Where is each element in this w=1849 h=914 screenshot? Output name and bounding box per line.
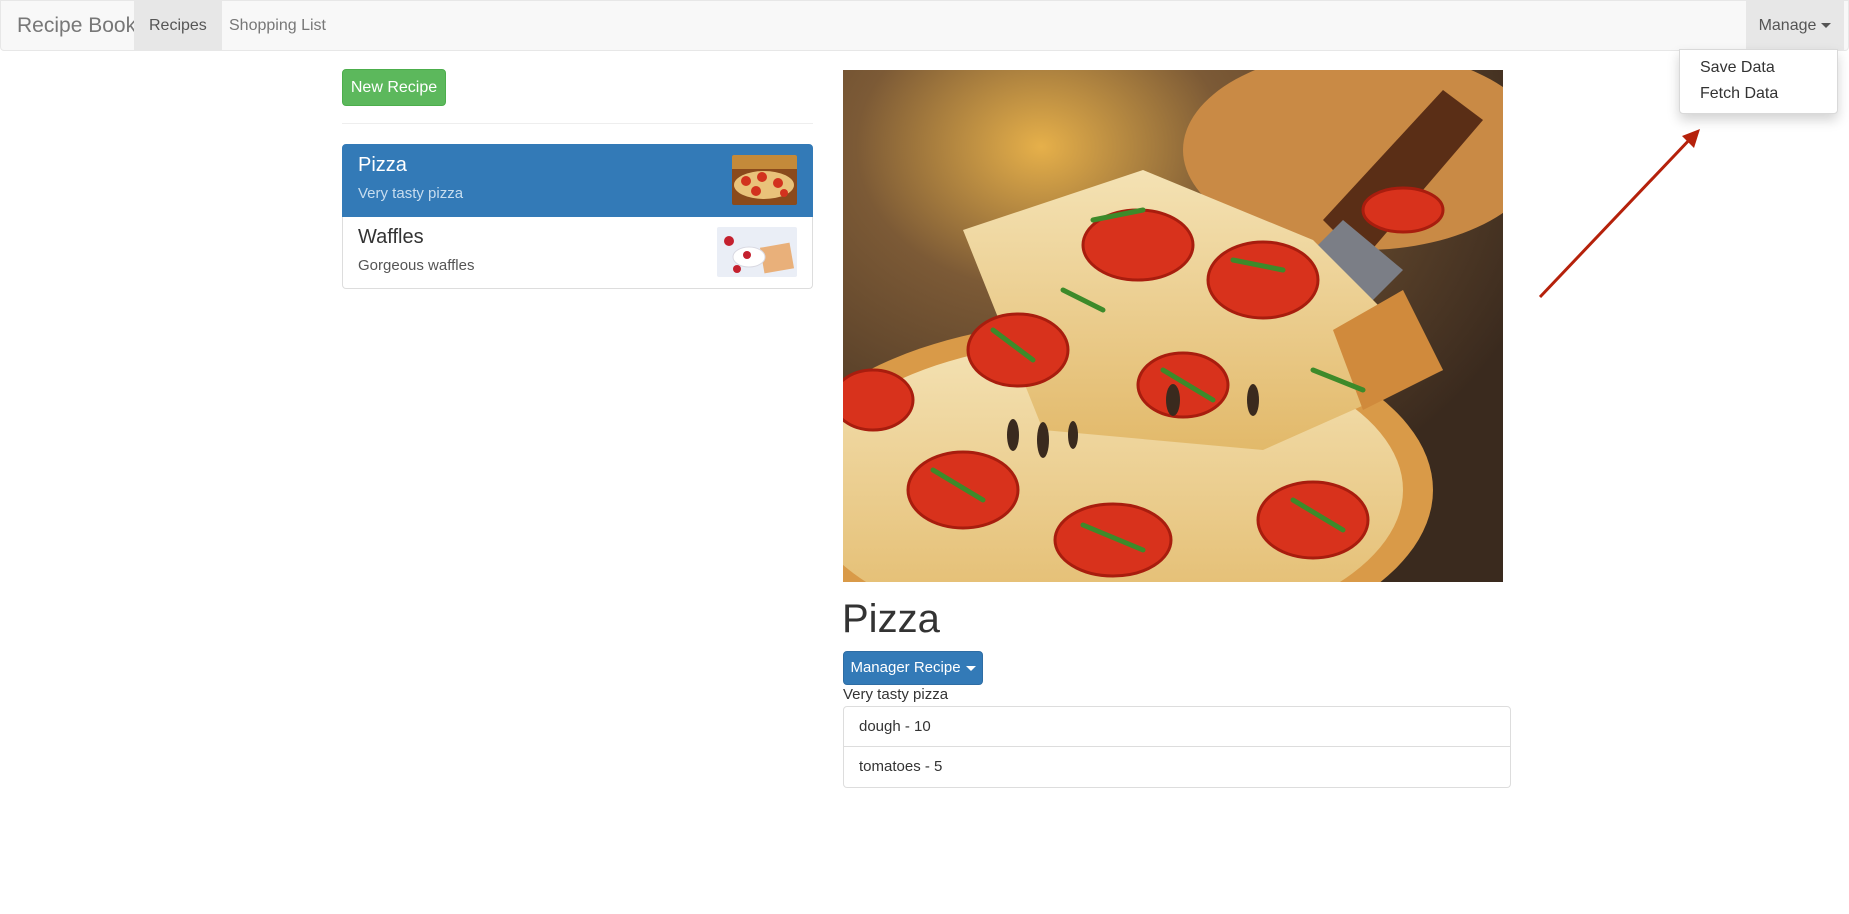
manage-label: Manage bbox=[1758, 17, 1817, 34]
manage-dropdown-toggle[interactable]: Manage bbox=[1746, 1, 1844, 50]
nav-shopping-list[interactable]: Shopping List bbox=[214, 1, 341, 50]
caret-down-icon bbox=[965, 665, 976, 671]
manage-dropdown-menu: Save Data Fetch Data bbox=[1679, 49, 1838, 114]
recipe-name: Pizza bbox=[358, 154, 407, 176]
recipe-description: Very tasty pizza bbox=[843, 686, 949, 703]
recipe-item-waffles[interactable]: Waffles Gorgeous waffles bbox=[342, 217, 813, 289]
recipe-image bbox=[843, 70, 1503, 582]
divider bbox=[342, 123, 813, 124]
pizza-thumbnail-image bbox=[732, 155, 797, 205]
fetch-data-item[interactable]: Fetch Data bbox=[1700, 85, 1778, 103]
navbar: Recipe Book Recipes Shopping List Manage bbox=[0, 0, 1849, 51]
annotation-arrow-icon bbox=[1538, 129, 1700, 299]
recipe-description: Very tasty pizza bbox=[358, 185, 464, 202]
nav-recipes[interactable]: Recipes bbox=[134, 1, 222, 50]
waffles-thumbnail-image bbox=[717, 227, 797, 277]
recipe-item-pizza[interactable]: Pizza Very tasty pizza bbox=[342, 144, 813, 217]
save-data-item[interactable]: Save Data bbox=[1700, 59, 1775, 77]
recipe-description: Gorgeous waffles bbox=[358, 257, 475, 274]
ingredient-item[interactable]: dough - 10 bbox=[843, 706, 1511, 747]
ingredient-list: dough - 10 tomatoes - 5 bbox=[843, 706, 1511, 788]
recipe-name: Waffles bbox=[358, 226, 424, 248]
manage-recipe-label: Manager Recipe bbox=[850, 659, 961, 676]
ingredient-item[interactable]: tomatoes - 5 bbox=[843, 747, 1511, 788]
manage-recipe-button[interactable]: Manager Recipe bbox=[843, 651, 983, 685]
new-recipe-button[interactable]: New Recipe bbox=[342, 69, 446, 106]
recipe-list: Pizza Very tasty pizza Waffles Gorgeous … bbox=[342, 144, 813, 289]
brand-link[interactable]: Recipe Book bbox=[17, 14, 136, 38]
recipe-title: Pizza bbox=[842, 597, 940, 641]
caret-down-icon bbox=[1821, 23, 1832, 29]
